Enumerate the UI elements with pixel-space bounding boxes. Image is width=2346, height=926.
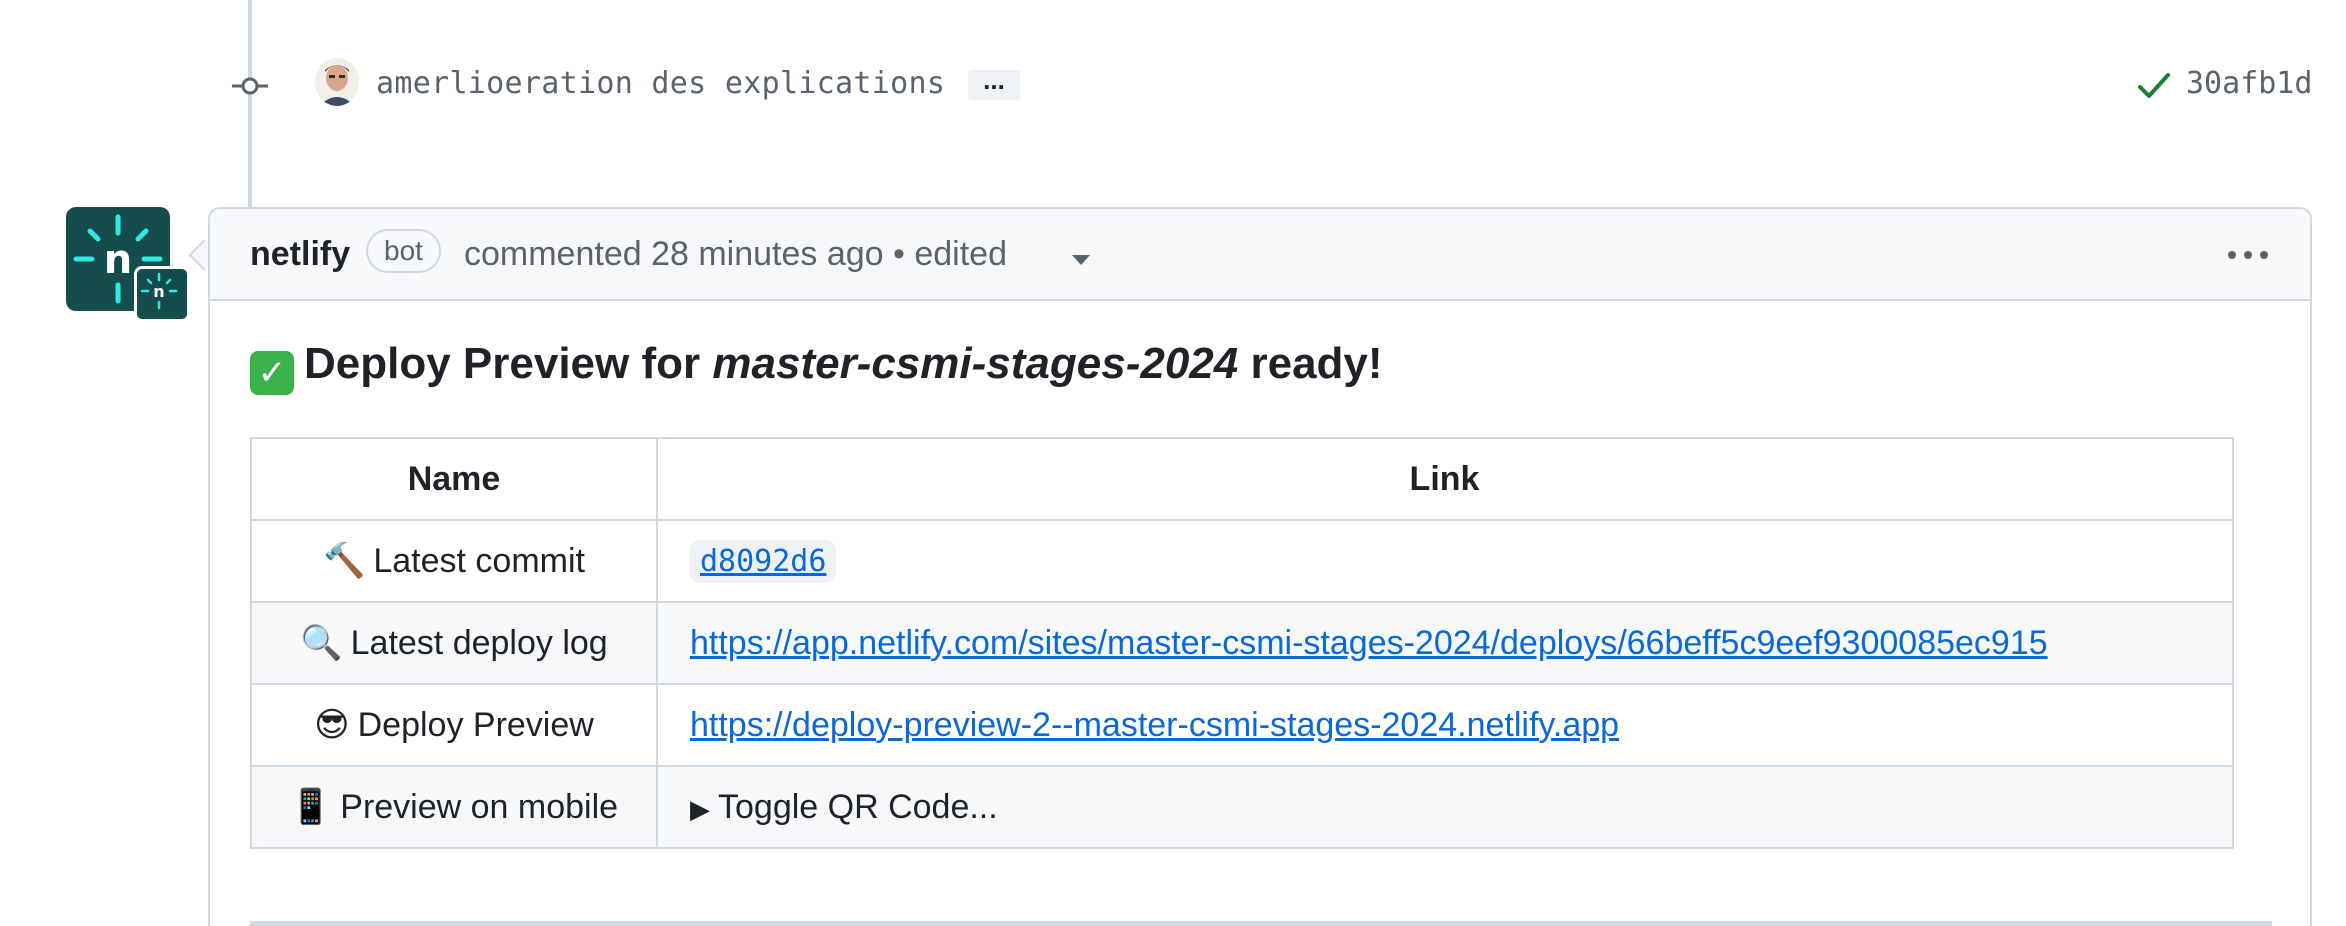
deploy-preview-link[interactable]: https://deploy-preview-2--master-csmi-st… — [690, 706, 1619, 744]
row-name-cell: 🔍 Latest deploy log — [250, 601, 658, 685]
timeline: amerlioeration des explications ... 30af… — [0, 0, 2346, 926]
divider — [250, 921, 2272, 926]
latest-commit-link[interactable]: d8092d6 — [690, 539, 837, 583]
toggle-qr-code-summary[interactable]: ▶ Toggle QR Code... — [690, 788, 998, 826]
magnifier-icon: 🔍 — [300, 624, 343, 662]
bot-label-badge: bot — [366, 229, 441, 273]
kebab-horizontal-icon[interactable] — [2218, 237, 2278, 273]
column-header-name: Name — [250, 437, 658, 521]
svg-text:n: n — [104, 237, 132, 283]
mobile-phone-icon: 📱 — [289, 788, 333, 826]
commit-author-avatar[interactable] — [315, 58, 359, 106]
row-link-cell: https://app.netlify.com/sites/master-csm… — [656, 601, 2234, 685]
table-row: 🔍 Latest deploy log https://app.netlify.c… — [250, 601, 2234, 685]
triangle-right-icon: ▶ — [690, 793, 710, 824]
comment-heading: ✓ Deploy Preview for master-csmi-stages-2… — [250, 339, 1383, 395]
commit-sha-link[interactable]: 30afb1d — [2186, 66, 2312, 101]
commit-message[interactable]: amerlioeration des explications — [376, 66, 945, 101]
hammer-icon: 🔨 — [323, 542, 366, 580]
row-name-cell: 🔨 Latest commit — [250, 519, 658, 603]
check-mark-emoji-icon: ✓ — [250, 351, 294, 395]
deploy-log-link[interactable]: https://app.netlify.com/sites/master-csm… — [690, 624, 2048, 662]
comment-timestamp[interactable]: commented 28 minutes ago • edited — [464, 235, 1007, 274]
row-name-label: Deploy Preview — [357, 706, 594, 744]
column-header-link: Link — [656, 437, 2234, 521]
deploy-table: Name Link 🔨 Latest commit d8092d6 🔍 Latest… — [250, 437, 2234, 849]
toggle-qr-code-label: Toggle QR Code... — [718, 787, 998, 826]
table-row: 🔨 Latest commit d8092d6 — [250, 519, 2234, 603]
row-name-label: Preview on mobile — [340, 788, 619, 826]
table-header-row: Name Link — [250, 437, 2234, 521]
check-icon[interactable] — [2136, 70, 2172, 102]
avatar-photo-icon — [315, 58, 359, 106]
comment-card: netlify bot commented 28 minutes ago • e… — [208, 207, 2312, 926]
heading-prefix: Deploy Preview for — [304, 339, 701, 388]
heading-site-name: master-csmi-stages-2024 — [712, 339, 1239, 388]
row-name-cell: 📱 Preview on mobile — [250, 765, 658, 849]
expand-commit-button[interactable]: ... — [968, 67, 1020, 100]
bot-badge-icon: n — [134, 266, 190, 322]
commit-row: amerlioeration des explications ... 30af… — [0, 50, 2346, 122]
row-name-cell: 😎 Deploy Preview — [250, 683, 658, 767]
git-commit-icon — [232, 77, 268, 95]
table-row: 📱 Preview on mobile ▶ Toggle QR Code... — [250, 765, 2234, 849]
row-link-cell: https://deploy-preview-2--master-csmi-st… — [656, 683, 2234, 767]
svg-text:n: n — [153, 282, 164, 301]
row-name-label: Latest commit — [373, 542, 585, 580]
table-row: 😎 Deploy Preview https://deploy-preview-2… — [250, 683, 2234, 767]
row-link-cell: ▶ Toggle QR Code... — [656, 765, 2234, 849]
comment-header: netlify bot commented 28 minutes ago • e… — [210, 209, 2310, 301]
row-link-cell: d8092d6 — [656, 519, 2234, 603]
triangle-down-icon[interactable] — [1072, 255, 1090, 265]
comment-author-link[interactable]: netlify — [250, 235, 350, 274]
heading-suffix: ready! — [1250, 339, 1383, 388]
sunglasses-face-icon: 😎 — [314, 706, 350, 744]
row-name-label: Latest deploy log — [350, 624, 608, 662]
